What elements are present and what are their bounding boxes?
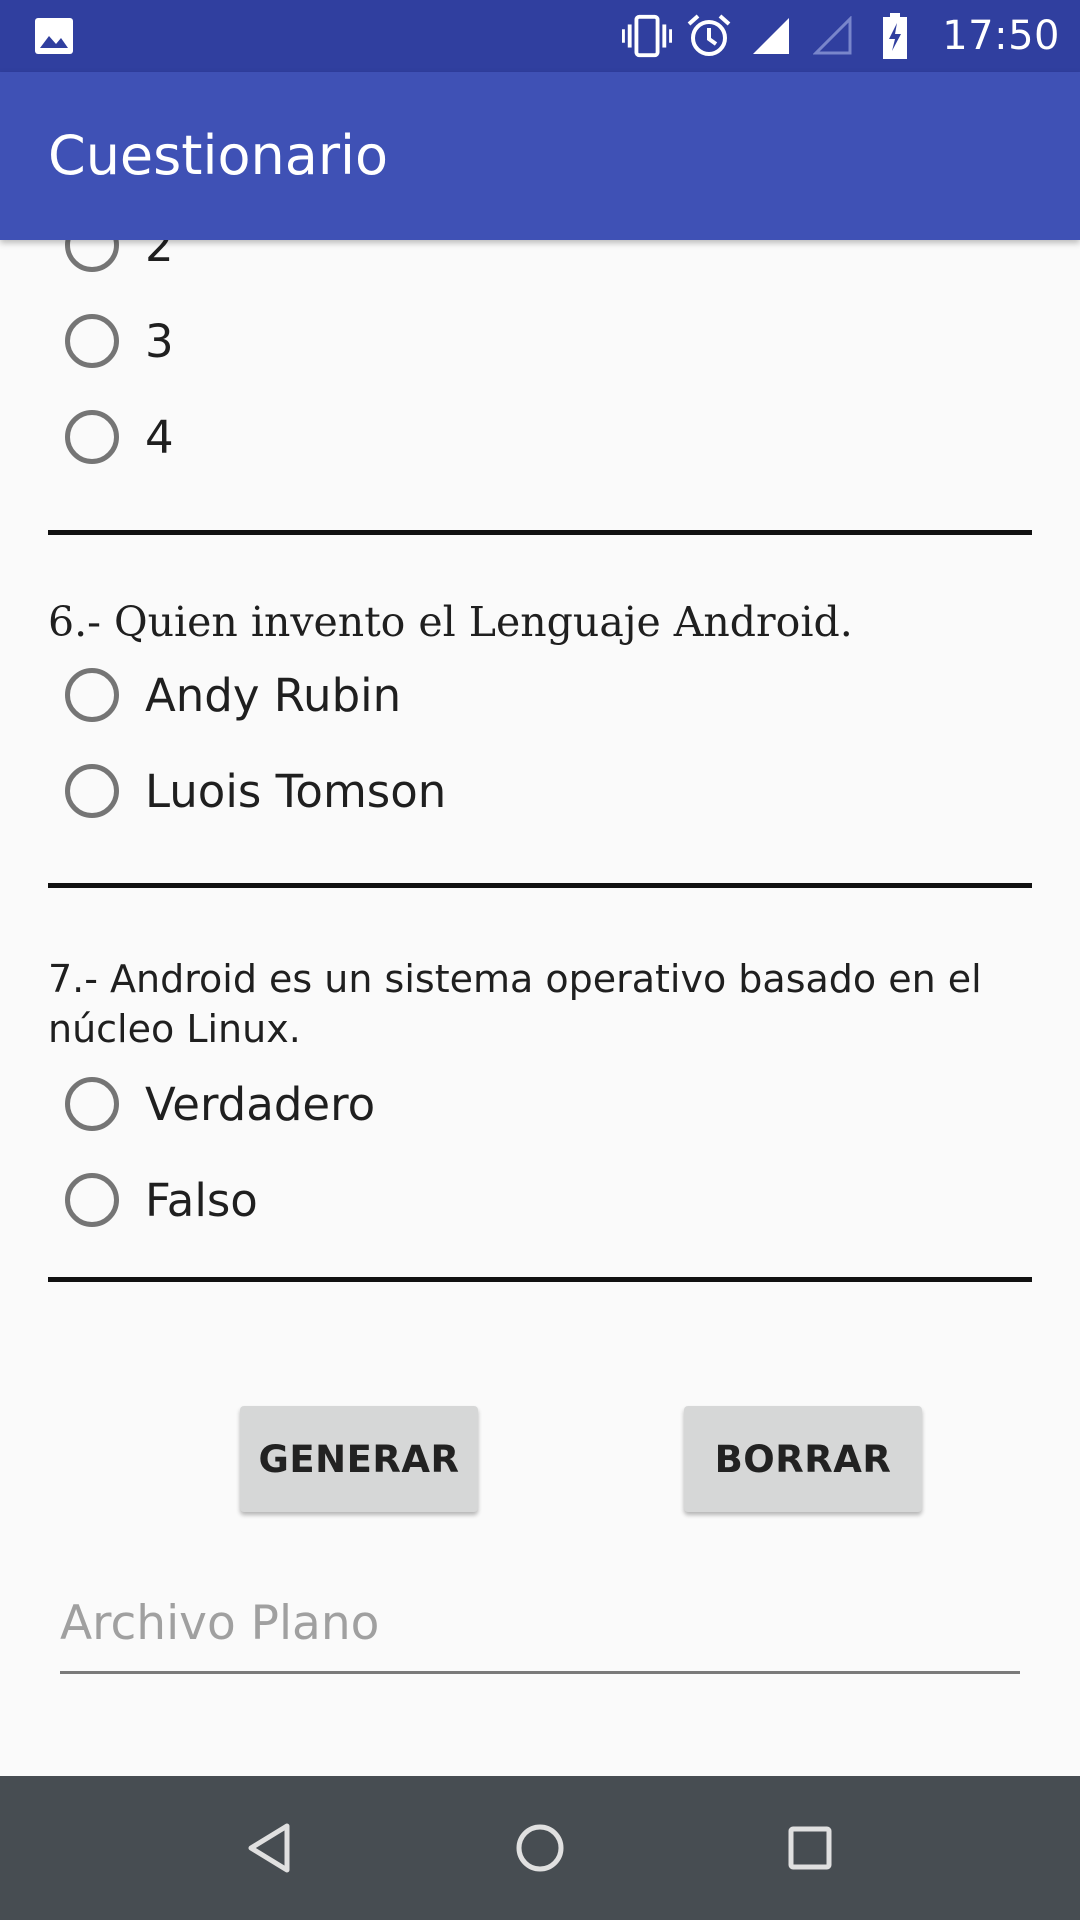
signal-empty-icon (808, 11, 858, 61)
battery-charging-icon (870, 11, 920, 61)
questionnaire-scroll-area[interactable]: 2 3 4 6.- Quien invento el Lenguaje Andr… (0, 240, 1080, 1776)
input-underline (60, 1671, 1020, 1674)
radio-button[interactable] (65, 668, 119, 722)
radio-label: Verdadero (145, 1077, 376, 1131)
radio-option-luois-tomson[interactable]: Luois Tomson (65, 751, 446, 831)
radio-option-andy-rubin[interactable]: Andy Rubin (65, 655, 401, 735)
radio-option-3[interactable]: 3 (65, 301, 174, 381)
navigation-bar (0, 1776, 1080, 1920)
back-icon[interactable] (235, 1813, 305, 1883)
divider (48, 530, 1032, 535)
clock-time: 17:50 (942, 13, 1060, 59)
radio-button[interactable] (65, 1077, 119, 1131)
clear-button[interactable]: BORRAR (684, 1406, 922, 1512)
recents-icon[interactable] (775, 1813, 845, 1883)
status-bar: 17:50 (0, 0, 1080, 72)
radio-button[interactable] (65, 314, 119, 368)
generate-button[interactable]: GENERAR (240, 1406, 478, 1512)
alarm-icon (684, 11, 734, 61)
divider (48, 1277, 1032, 1282)
file-input-container (60, 1578, 1020, 1674)
question-7-text: 7.- Android es un sistema operativo basa… (48, 957, 982, 1051)
app-title: Cuestionario (48, 124, 389, 187)
image-icon (34, 17, 74, 55)
divider (48, 883, 1032, 888)
home-icon[interactable] (505, 1813, 575, 1883)
vibrate-icon (622, 11, 673, 61)
signal-icon (746, 11, 796, 61)
status-icons: 17:50 (610, 0, 1060, 72)
radio-button[interactable] (65, 764, 119, 818)
radio-option-falso[interactable]: Falso (65, 1160, 258, 1240)
radio-label: Luois Tomson (145, 764, 447, 818)
file-name-input[interactable] (60, 1578, 1020, 1668)
radio-label: Andy Rubin (145, 668, 402, 722)
radio-option-4[interactable]: 4 (65, 397, 174, 477)
radio-label: Falso (145, 1173, 258, 1227)
radio-option-2[interactable]: 2 (65, 240, 174, 285)
radio-label: 2 (145, 240, 174, 272)
app-bar: Cuestionario (0, 72, 1080, 240)
radio-option-verdadero[interactable]: Verdadero (65, 1064, 375, 1144)
radio-button[interactable] (65, 410, 119, 464)
radio-label: 4 (145, 410, 174, 464)
question-6-text: 6.- Quien invento el Lenguaje Android. (48, 598, 853, 646)
radio-button[interactable] (65, 1173, 119, 1227)
radio-label: 3 (145, 314, 174, 368)
radio-button[interactable] (65, 240, 119, 272)
